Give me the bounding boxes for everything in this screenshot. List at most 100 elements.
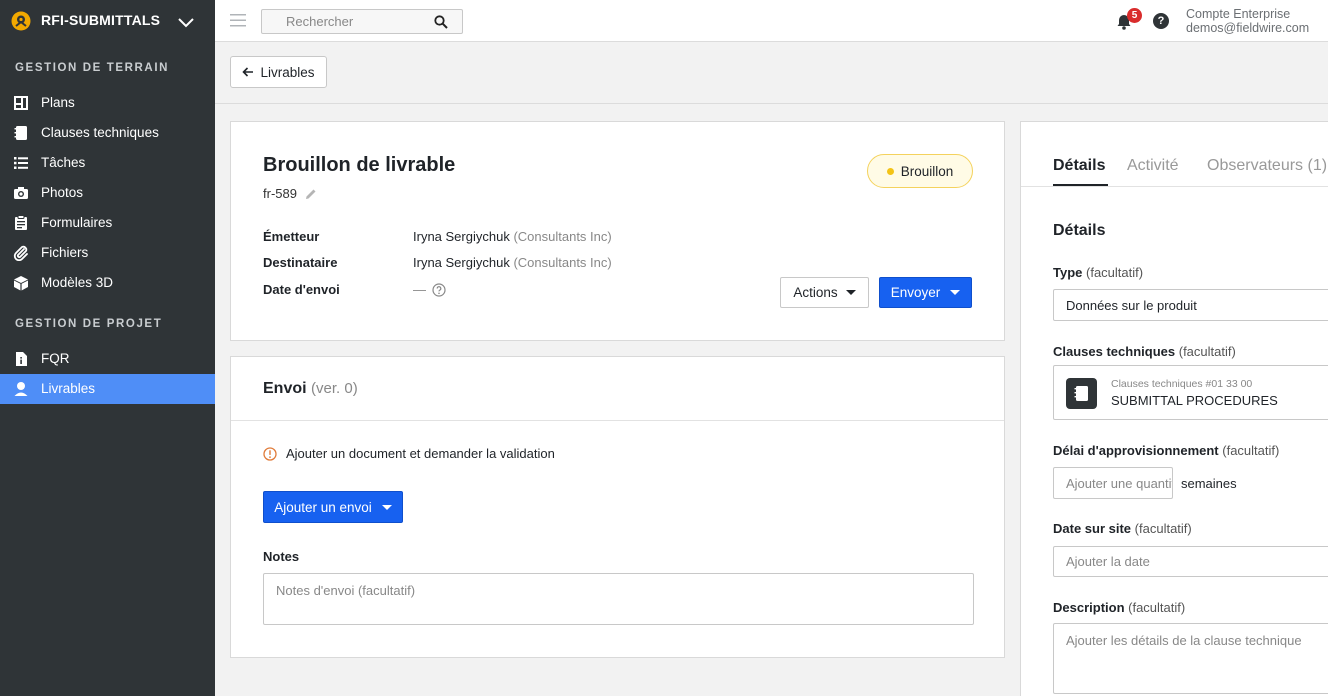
description-box [1053, 623, 1328, 694]
sidebar-item-label: Livrables [41, 381, 96, 396]
lead-time-unit: semaines [1181, 476, 1237, 491]
question-circle-icon[interactable] [432, 282, 446, 297]
camera-icon [14, 187, 28, 199]
details-tabs: Détails Activité Observateurs (1) [1021, 122, 1328, 187]
type-select[interactable]: Données sur le produit [1053, 289, 1328, 321]
sub-header: Livrables [215, 42, 1328, 104]
tab-watchers[interactable]: Observateurs (1) [1207, 157, 1327, 175]
optional-tag: (facultatif) [1222, 443, 1280, 458]
optional-tag: (facultatif) [1086, 265, 1144, 280]
caret-down-icon [381, 504, 392, 510]
search-box [261, 9, 463, 34]
sidebar-item-3d-models[interactable]: Modèles 3D [0, 268, 215, 298]
section-project-management: GESTION DE PROJET [15, 318, 163, 330]
status-badge[interactable]: Brouillon [867, 154, 973, 188]
submittal-code: fr-589 [263, 186, 297, 201]
sidebar-item-forms[interactable]: Formulaires [0, 208, 215, 238]
sidebar-item-label: Photos [41, 185, 84, 200]
type-label: Type [1053, 265, 1083, 280]
search-input[interactable] [262, 10, 432, 33]
issuer-value: Iryna Sergiychuk (Consultants Inc) [413, 229, 612, 244]
status-label: Brouillon [900, 163, 954, 179]
type-field-label: Type (facultatif) [1053, 265, 1143, 280]
issuer-name: Iryna Sergiychuk [413, 229, 510, 244]
caret-down-icon [845, 290, 856, 295]
submission-warning: Ajouter un document et demander la valid… [263, 446, 555, 461]
sidebar-item-plans[interactable]: Plans [0, 88, 215, 118]
back-button-label: Livrables [260, 64, 315, 80]
lead-time-box [1053, 467, 1173, 499]
notes-field[interactable] [263, 573, 974, 625]
account-name: Compte Enterprise [1186, 7, 1291, 21]
chevron-down-icon[interactable] [177, 13, 195, 31]
status-dot [886, 167, 894, 175]
menu-icon[interactable] [230, 14, 246, 27]
sidebar: RFI-SUBMITTALS GESTION DE TERRAIN Plans … [0, 0, 215, 696]
issuer-label: Émetteur [263, 229, 320, 244]
back-to-submittals-button[interactable]: Livrables [230, 56, 327, 88]
active-tab-indicator [1053, 184, 1108, 186]
tab-activity[interactable]: Activité [1127, 157, 1179, 175]
description-field-label: Description (facultatif) [1053, 600, 1185, 615]
sidebar-item-label: Modèles 3D [41, 275, 114, 290]
pencil-icon[interactable] [305, 188, 317, 200]
section-field-management: GESTION DE TERRAIN [15, 62, 170, 74]
submission-title: Envoi (ver. 0) [263, 380, 358, 398]
tab-details[interactable]: Détails [1053, 157, 1105, 175]
add-submission-label: Ajouter un envoi [274, 499, 372, 515]
optional-tag: (facultatif) [1134, 521, 1192, 536]
send-date-label: Date d'envoi [263, 282, 340, 297]
sidebar-item-files[interactable]: Fichiers [0, 238, 215, 268]
submittal-icon [14, 382, 28, 396]
submittal-code-row: fr-589 [263, 186, 317, 201]
add-submission-button[interactable]: Ajouter un envoi [263, 491, 403, 523]
actions-dropdown-button[interactable]: Actions [780, 277, 869, 308]
fieldwire-logo-icon [11, 11, 31, 31]
help-icon[interactable]: ? [1153, 13, 1169, 29]
send-date-value: — [413, 282, 446, 297]
account-menu[interactable]: Compte Enterprise demos@fieldwire.com [1186, 7, 1309, 35]
site-date-label: Date sur site [1053, 521, 1132, 536]
specs-icon [14, 126, 27, 140]
spec-field-label: Clauses techniques (facultatif) [1053, 344, 1236, 359]
spec-label: Clauses techniques [1053, 344, 1176, 359]
optional-tag: (facultatif) [1178, 344, 1236, 359]
plans-icon [14, 96, 28, 110]
search-icon[interactable] [434, 15, 448, 29]
rfi-icon [16, 352, 27, 366]
account-email: demos@fieldwire.com [1186, 21, 1310, 35]
spec-selector[interactable]: Clauses techniques #01 33 00 SUBMITTAL P… [1053, 365, 1328, 420]
type-value: Données sur le produit [1066, 298, 1197, 313]
sidebar-item-label: Fichiers [41, 245, 89, 260]
lead-time-label: Délai d'approvisionnement [1053, 443, 1219, 458]
project-switcher[interactable]: RFI-SUBMITTALS [0, 0, 215, 42]
details-heading: Détails [1053, 222, 1106, 239]
sidebar-item-rfi[interactable]: FQR [0, 344, 215, 374]
lead-time-input[interactable] [1054, 468, 1172, 498]
tasks-icon [14, 157, 28, 169]
submission-header: Envoi (ver. 0) [231, 357, 1004, 421]
sidebar-item-label: Tâches [41, 155, 86, 170]
sidebar-item-label: Plans [41, 95, 75, 110]
warning-text: Ajouter un document et demander la valid… [286, 446, 555, 461]
send-label: Envoyer [890, 285, 941, 300]
warning-circle-icon [263, 446, 277, 461]
recipient-name: Iryna Sergiychuk [413, 255, 510, 270]
spec-reference: Clauses techniques #01 33 00 [1111, 378, 1253, 390]
submission-card: Envoi (ver. 0) Ajouter un document et de… [230, 356, 1005, 658]
sidebar-item-submittals[interactable]: Livrables [0, 374, 215, 404]
sidebar-item-label: Clauses techniques [41, 125, 159, 140]
caret-down-icon [950, 290, 961, 295]
sidebar-item-specs[interactable]: Clauses techniques [0, 118, 215, 148]
actions-label: Actions [793, 285, 838, 300]
send-dropdown-button[interactable]: Envoyer [879, 277, 972, 308]
description-input[interactable] [1054, 624, 1328, 693]
spec-book-icon [1066, 378, 1097, 409]
optional-tag: (facultatif) [1128, 600, 1186, 615]
sidebar-item-photos[interactable]: Photos [0, 178, 215, 208]
sidebar-item-tasks[interactable]: Tâches [0, 148, 215, 178]
site-date-input[interactable] [1054, 547, 1328, 576]
submittal-summary-card: Brouillon de livrable fr-589 Brouillon É… [230, 121, 1005, 341]
submission-title-text: Envoi [263, 380, 307, 397]
recipient-value: Iryna Sergiychuk (Consultants Inc) [413, 255, 612, 270]
